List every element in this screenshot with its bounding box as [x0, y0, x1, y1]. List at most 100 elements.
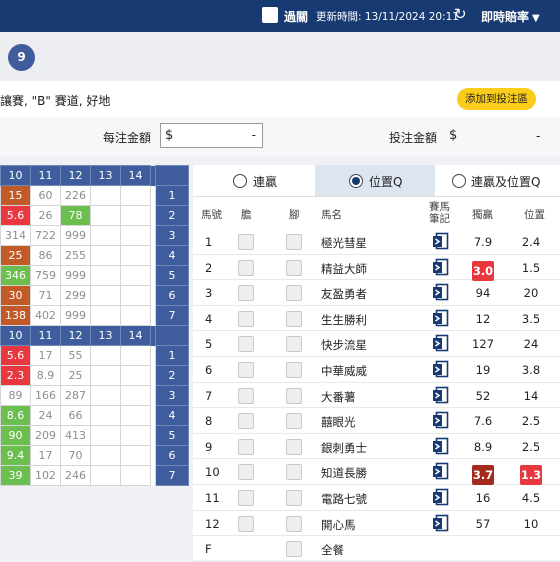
combo-odds-cell[interactable]: 166 [30, 385, 61, 406]
combo-odds-cell[interactable]: 402 [30, 305, 61, 326]
combo-odds-cell[interactable]: 9.4 [0, 445, 31, 466]
combo-odds-cell[interactable]: 999 [60, 225, 91, 246]
combo-odds-cell[interactable] [90, 365, 121, 386]
combo-odds-cell[interactable] [90, 225, 121, 246]
form-notes-icon[interactable] [432, 437, 450, 455]
form-notes-icon[interactable] [432, 258, 450, 276]
unit-amount-input[interactable]: $ - [160, 123, 263, 148]
form-notes-icon[interactable] [432, 283, 450, 301]
tab-quinella-both[interactable]: 連贏及位置Q [435, 165, 560, 197]
combo-odds-cell[interactable]: 39 [0, 465, 31, 486]
combo-odds-cell[interactable]: 255 [60, 245, 91, 266]
combo-odds-cell[interactable] [90, 265, 121, 286]
form-notes-icon[interactable] [432, 334, 450, 352]
combo-odds-cell[interactable]: 999 [60, 265, 91, 286]
combo-odds-cell[interactable]: 90 [0, 425, 31, 446]
combo-odds-cell[interactable] [90, 345, 121, 366]
combo-odds-cell[interactable]: 346 [0, 265, 31, 286]
win-odds[interactable]: 94 [468, 286, 498, 300]
combo-odds-cell[interactable] [120, 245, 151, 266]
form-notes-icon[interactable] [432, 514, 450, 532]
combo-odds-cell[interactable] [90, 465, 121, 486]
place-odds[interactable]: 2.5 [516, 440, 546, 454]
combo-odds-cell[interactable] [120, 405, 151, 426]
combo-odds-cell[interactable] [90, 405, 121, 426]
place-odds[interactable]: 14 [516, 389, 546, 403]
combo-odds-cell[interactable]: 246 [60, 465, 91, 486]
combo-odds-cell[interactable] [90, 205, 121, 226]
leg-checkbox[interactable] [286, 413, 302, 430]
win-odds[interactable]: 7.6 [468, 414, 498, 428]
banker-checkbox[interactable] [238, 362, 254, 378]
leg-checkbox[interactable] [286, 234, 302, 250]
place-odds[interactable]: 4.5 [516, 491, 546, 505]
combo-odds-cell[interactable]: 66 [60, 405, 91, 426]
leg-checkbox[interactable] [286, 387, 302, 404]
banker-checkbox[interactable] [238, 285, 254, 302]
combo-odds-cell[interactable]: 15 [0, 185, 31, 206]
form-notes-icon[interactable] [432, 232, 450, 250]
win-odds[interactable]: 7.9 [468, 235, 498, 249]
combo-odds-cell[interactable]: 722 [30, 225, 61, 246]
combo-odds-cell[interactable]: 17 [30, 445, 61, 466]
place-odds[interactable]: 1.3 [520, 465, 542, 486]
place-odds[interactable]: 10 [516, 517, 546, 531]
place-odds[interactable]: 20 [516, 286, 546, 300]
combo-odds-cell[interactable]: 25 [0, 245, 31, 266]
combo-odds-cell[interactable]: 26 [30, 205, 61, 226]
form-notes-icon[interactable] [432, 488, 450, 506]
combo-odds-cell[interactable]: 86 [30, 245, 61, 266]
win-odds[interactable]: 12 [468, 312, 498, 326]
win-odds[interactable]: 19 [468, 363, 498, 377]
combo-odds-cell[interactable]: 24 [30, 405, 61, 426]
combo-odds-cell[interactable] [120, 425, 151, 446]
combo-odds-cell[interactable] [90, 385, 121, 406]
combo-odds-cell[interactable] [120, 205, 151, 226]
combo-odds-cell[interactable]: 17 [30, 345, 61, 366]
combo-odds-cell[interactable]: 25 [60, 365, 91, 386]
combo-odds-cell[interactable]: 999 [60, 305, 91, 326]
leg-checkbox[interactable] [286, 490, 302, 506]
combo-odds-cell[interactable] [120, 185, 151, 206]
combo-odds-cell[interactable]: 102 [30, 465, 61, 486]
tab-quinella[interactable]: 連贏 [193, 165, 315, 197]
win-odds[interactable]: 52 [468, 389, 498, 403]
banker-checkbox[interactable] [238, 310, 254, 327]
combo-odds-cell[interactable]: 78 [60, 205, 91, 226]
form-notes-icon[interactable] [432, 411, 450, 429]
combo-odds-cell[interactable]: 138 [0, 305, 31, 326]
banker-checkbox[interactable] [238, 413, 254, 430]
win-odds[interactable]: 8.9 [468, 440, 498, 454]
place-odds[interactable]: 2.5 [516, 414, 546, 428]
pass-checkbox[interactable] [262, 7, 278, 23]
combo-odds-cell[interactable]: 314 [0, 225, 31, 246]
place-odds[interactable]: 2.4 [516, 235, 546, 249]
combo-odds-cell[interactable]: 71 [30, 285, 61, 306]
combo-odds-cell[interactable]: 2.3 [0, 365, 31, 386]
combo-odds-cell[interactable] [90, 285, 121, 306]
combo-odds-cell[interactable] [120, 465, 151, 486]
combo-odds-cell[interactable]: 759 [30, 265, 61, 286]
combo-odds-cell[interactable] [90, 245, 121, 266]
win-odds[interactable]: 57 [468, 517, 498, 531]
add-to-slip-button[interactable]: 添加到投注區 [457, 88, 536, 110]
leg-checkbox[interactable] [286, 336, 302, 353]
combo-odds-cell[interactable] [90, 425, 121, 446]
refresh-icon[interactable]: ↻ [454, 5, 467, 23]
combo-odds-cell[interactable] [90, 305, 121, 326]
banker-checkbox[interactable] [238, 515, 254, 532]
win-odds[interactable]: 16 [468, 491, 498, 505]
combo-odds-cell[interactable] [120, 365, 151, 386]
combo-odds-cell[interactable]: 89 [0, 385, 31, 406]
combo-odds-cell[interactable]: 5.6 [0, 345, 31, 366]
combo-odds-cell[interactable]: 70 [60, 445, 91, 466]
banker-checkbox[interactable] [238, 259, 254, 276]
combo-odds-cell[interactable]: 209 [30, 425, 61, 446]
radio-quinella-both[interactable] [452, 174, 466, 188]
combo-odds-cell[interactable] [90, 445, 121, 466]
leg-checkbox[interactable] [286, 541, 302, 558]
combo-odds-cell[interactable]: 60 [30, 185, 61, 206]
form-notes-icon[interactable] [432, 462, 450, 480]
combo-odds-cell[interactable] [120, 305, 151, 326]
combo-odds-cell[interactable] [120, 265, 151, 286]
